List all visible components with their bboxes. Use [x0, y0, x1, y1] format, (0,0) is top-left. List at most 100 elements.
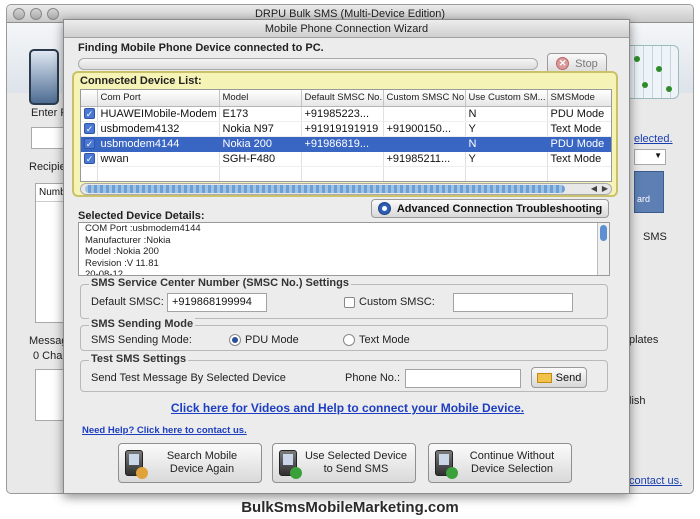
use-selected-device-button[interactable]: Use Selected Device to Send SMS — [272, 443, 416, 483]
stop-icon: ✕ — [556, 57, 570, 70]
stop-label: Stop — [575, 57, 598, 70]
device-mode: PDU Mode — [547, 106, 611, 122]
device-com-port: usbmodem4132 — [97, 121, 220, 137]
col-model[interactable]: Model — [219, 90, 302, 107]
device-custom-smsc: +91900150... — [383, 121, 466, 137]
scroll-left-icon[interactable]: ◀ — [591, 184, 597, 193]
device-row[interactable]: ✓ wwan SGH-F480 +91985211... Y Text Mode — [81, 151, 611, 167]
test-sms-group: Test SMS Settings Send Test Message By S… — [80, 353, 608, 392]
device-custom-smsc: +91985211... — [383, 151, 466, 167]
device-row[interactable]: ✓ HUAWEIMobile-Modem E173 +91985223... N… — [81, 106, 611, 122]
scroll-thumb[interactable] — [600, 225, 607, 241]
send-label: Send — [555, 371, 582, 384]
device-com-port: HUAWEIMobile-Modem — [97, 106, 220, 122]
minimize-window-icon[interactable] — [30, 8, 42, 20]
device-checkbox[interactable]: ✓ — [84, 137, 95, 149]
device-custom-smsc — [383, 106, 466, 122]
custom-smsc-checkbox[interactable] — [344, 297, 355, 308]
device-com-port: wwan — [97, 151, 220, 167]
device-custom-smsc — [383, 136, 466, 152]
zoom-window-icon[interactable] — [47, 8, 59, 20]
continue-without-device-button[interactable]: Continue Without Device Selection — [428, 443, 572, 483]
english-label: lish — [629, 395, 646, 407]
device-checkbox[interactable]: ✓ — [84, 122, 95, 134]
contact-link[interactable]: contact us. — [629, 475, 682, 487]
recipient-label: Recipie — [29, 161, 66, 173]
bg-wizard-button[interactable]: ard — [634, 171, 664, 213]
device-model: Nokia 200 — [219, 136, 302, 152]
details-line: Manufacturer :Nokia — [85, 234, 171, 246]
search-again-label: Search Mobile Device Again — [166, 450, 238, 475]
pdu-mode-radio[interactable] — [229, 334, 241, 346]
message-label: Messag — [29, 335, 68, 347]
connected-device-panel: Connected Device List: Com Port Model De… — [72, 71, 618, 197]
device-default-smsc: +91919191919 — [301, 121, 384, 137]
col-check — [81, 90, 98, 107]
bg-input — [31, 127, 67, 149]
selected-details-label: Selected Device Details: — [78, 210, 205, 222]
device-use-custom: N — [465, 136, 548, 152]
device-details-box[interactable]: COM Port :usbmodem4144 Manufacturer :Nok… — [78, 222, 610, 276]
sms-label: SMS — [643, 231, 667, 243]
default-smsc-field[interactable]: +919868199994 — [167, 293, 267, 312]
advanced-troubleshooting-button[interactable]: Advanced Connection Troubleshooting — [371, 199, 609, 218]
device-checkbox[interactable]: ✓ — [84, 152, 95, 164]
device-model: E173 — [219, 106, 302, 122]
scroll-thumb[interactable] — [85, 185, 565, 193]
use-selected-label: Use Selected Device to Send SMS — [304, 450, 408, 475]
default-smsc-label: Default SMSC: — [91, 296, 164, 308]
device-mode: PDU Mode — [547, 136, 611, 152]
phone-logo-icon — [29, 49, 59, 105]
device-checkbox[interactable]: ✓ — [84, 107, 95, 119]
phone-check-icon — [279, 450, 302, 479]
bg-dropdown[interactable]: ▼ — [634, 149, 666, 165]
col-use-custom[interactable]: Use Custom SM... — [465, 90, 548, 107]
smsc-settings-group: SMS Service Center Number (SMSC No.) Set… — [80, 277, 608, 319]
device-default-smsc: +91986819... — [301, 136, 384, 152]
selected-link[interactable]: elected. — [634, 133, 673, 145]
footer-brand: BulkSmsMobileMarketing.com — [241, 499, 459, 516]
device-row-selected[interactable]: ✓ usbmodem4144 Nokia 200 +91986819... N … — [81, 136, 611, 152]
custom-smsc-field[interactable] — [453, 293, 573, 312]
need-help-link[interactable]: Need Help? Click here to contact us. — [82, 425, 247, 436]
horizontal-scrollbar[interactable]: ◀ ▶ — [80, 183, 612, 195]
send-test-button[interactable]: Send — [531, 367, 587, 388]
videos-help-link[interactable]: Click here for Videos and Help to connec… — [64, 401, 631, 415]
wizard-title-bar: Mobile Phone Connection Wizard — [64, 20, 629, 38]
device-default-smsc — [301, 151, 384, 167]
device-model: SGH-F480 — [219, 151, 302, 167]
vertical-scrollbar[interactable] — [597, 223, 609, 275]
details-line: COM Port :usbmodem4144 — [85, 223, 201, 234]
search-device-again-button[interactable]: Search Mobile Device Again — [118, 443, 262, 483]
col-com-port[interactable]: Com Port — [97, 90, 220, 107]
device-mode: Text Mode — [547, 121, 611, 137]
scroll-right-icon[interactable]: ▶ — [602, 184, 608, 193]
details-line: Revision :V 11.81 — [85, 257, 159, 269]
continue-without-label: Continue Without Device Selection — [469, 450, 555, 475]
mode-legend: SMS Sending Mode — [89, 318, 196, 330]
col-default-smsc[interactable]: Default SMSC No. — [301, 90, 384, 107]
phone-continue-icon — [435, 450, 458, 479]
pdu-mode-label: PDU Mode — [245, 334, 299, 346]
connected-list-label: Connected Device List: — [80, 75, 202, 87]
test-message-label: Send Test Message By Selected Device — [91, 372, 286, 384]
connection-wizard-dialog: Mobile Phone Connection Wizard Finding M… — [63, 19, 630, 494]
col-sms-mode[interactable]: SMSMode — [547, 90, 611, 107]
network-graphic-icon — [625, 45, 679, 99]
wizard-title: Mobile Phone Connection Wizard — [264, 23, 429, 35]
templates-label: plates — [629, 334, 659, 346]
phone-no-field[interactable] — [405, 369, 521, 388]
col-custom-smsc[interactable]: Custom SMSC No. — [383, 90, 466, 107]
device-com-port: usbmodem4144 — [97, 136, 220, 152]
device-row[interactable]: ✓ usbmodem4132 Nokia N97 +91919191919 +9… — [81, 121, 611, 137]
finding-label: Finding Mobile Phone Device connected to… — [78, 42, 324, 54]
close-window-icon[interactable] — [13, 8, 25, 20]
text-mode-radio[interactable] — [343, 334, 355, 346]
smsc-legend: SMS Service Center Number (SMSC No.) Set… — [89, 277, 351, 289]
custom-smsc-label: Custom SMSC: — [359, 296, 435, 308]
device-use-custom: Y — [465, 151, 548, 167]
device-use-custom: Y — [465, 121, 548, 137]
device-use-custom: N — [465, 106, 548, 122]
sending-mode-group: SMS Sending Mode SMS Sending Mode: PDU M… — [80, 318, 608, 351]
sending-mode-label: SMS Sending Mode: — [91, 334, 192, 346]
